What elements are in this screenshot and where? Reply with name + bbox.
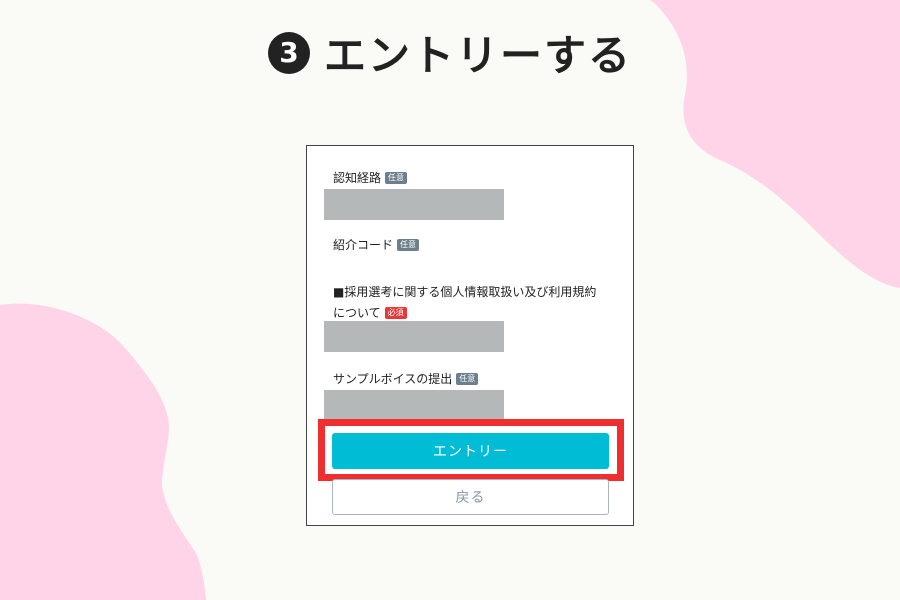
step-title: エントリーする <box>323 31 632 80</box>
sample-voice-label-text: サンプルボイスの提出 <box>333 372 453 386</box>
page: { "heading": { "step_number": "3", "titl… <box>0 0 900 600</box>
back-button[interactable]: 戻る <box>332 479 609 515</box>
step-number-badge: 3 <box>267 31 310 74</box>
sample-voice-label: サンプルボイスの提出 任意 <box>333 370 479 387</box>
acquisition-channel-label-text: 認知経路 <box>333 171 382 185</box>
step-heading: 3 エントリーする <box>0 22 900 83</box>
referral-code-label: 紹介コード 任意 <box>333 236 420 253</box>
privacy-terms-agreement-box[interactable] <box>324 321 504 352</box>
optional-badge: 任意 <box>385 172 408 184</box>
entry-button[interactable]: エントリー <box>332 433 609 469</box>
privacy-terms-label-text: について <box>333 306 381 320</box>
acquisition-channel-select[interactable] <box>324 189 504 220</box>
optional-badge: 任意 <box>397 239 420 251</box>
sample-voice-upload[interactable] <box>324 390 504 421</box>
privacy-terms-label-line1: ■採用選考に関する個人情報取扱い及び利用規約 <box>333 285 597 299</box>
optional-badge: 任意 <box>456 373 479 385</box>
required-badge: 必須 <box>384 307 407 319</box>
referral-code-label-text: 紹介コード <box>333 238 394 252</box>
pink-blob-bottom-left <box>0 303 206 600</box>
privacy-terms-label-line2: について 必須 <box>333 304 407 321</box>
acquisition-channel-label: 認知経路 任意 <box>333 169 408 186</box>
